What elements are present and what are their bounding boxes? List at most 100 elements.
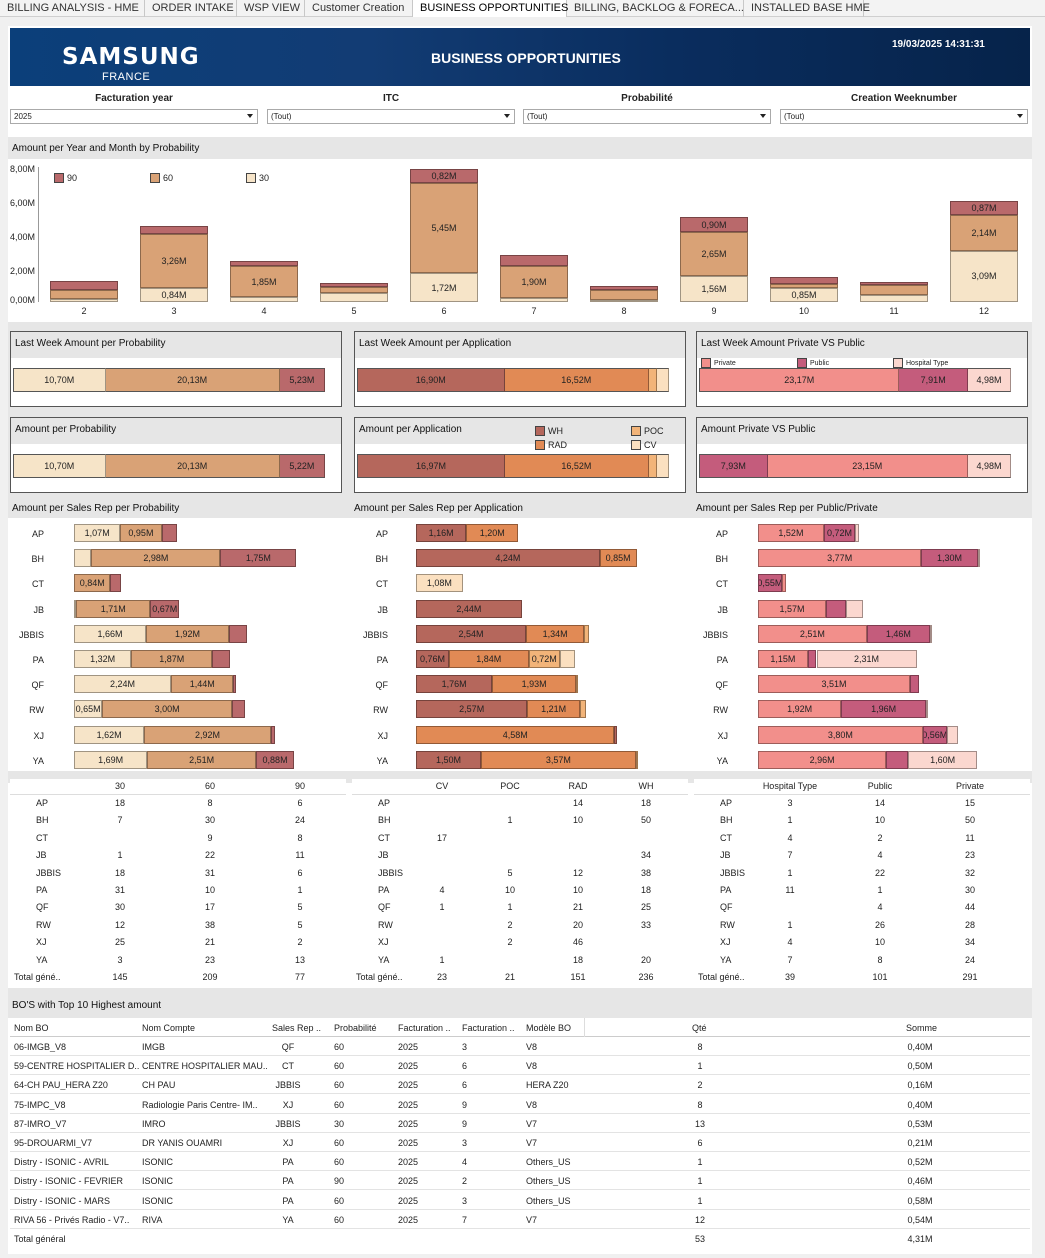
rep-bar-xj-wh[interactable] (614, 725, 617, 744)
rep-bar-jbbis-p30[interactable]: 1,66M (74, 624, 146, 643)
rep-bar-xj-private[interactable]: 3,80M (758, 725, 923, 744)
bar-9-p90[interactable]: 0,90M (680, 217, 748, 232)
rep-bar-bh-p60[interactable]: 2,98M (91, 549, 221, 568)
rep-bar-rw-hospital[interactable] (926, 700, 929, 719)
bo-col-header[interactable]: Facturation .. (398, 1023, 451, 1033)
rep-bar-xj-p60[interactable]: 2,92M (144, 725, 271, 744)
bar-7-p30[interactable] (500, 297, 568, 302)
bar-2-p30[interactable] (50, 298, 118, 302)
rep-bar-qf-wh[interactable]: 1,76M (416, 675, 493, 694)
rep-bar-pa-rad[interactable]: 1,84M (448, 650, 529, 668)
rep-bar-qf-rad[interactable]: 1,93M (492, 675, 576, 694)
bar-5-p90[interactable] (320, 282, 388, 288)
bar-4-p30[interactable] (230, 297, 298, 302)
rep-bar-rw-p30[interactable]: 0,65M (74, 700, 103, 719)
bo-col-header[interactable]: Nom BO (14, 1023, 49, 1033)
kpi-bar-p60[interactable]: 20,13M (105, 368, 280, 392)
rep-bar-ap-private[interactable]: 1,52M (758, 524, 824, 542)
rep-bar-ya-p60[interactable]: 2,51M (147, 750, 256, 769)
rep-bar-qf-poc[interactable] (575, 675, 579, 694)
rep-bar-qf-p90[interactable] (233, 675, 236, 694)
rep-bar-ap-hospital[interactable] (855, 524, 859, 542)
rep-bar-ap-rad[interactable]: 1,20M (466, 524, 519, 542)
bo-table-row[interactable]: 64-CH PAU_HERA Z20 CH PAU JBBIS 60 2025 6 HERA… (10, 1075, 1030, 1095)
rep-bar-pa-p90[interactable] (212, 650, 230, 668)
rep-bar-rw-p60[interactable]: 3,00M (102, 700, 233, 719)
filter-probabilité-dropdown[interactable]: (Tout) (523, 109, 771, 124)
filter-facturation-year-dropdown[interactable]: 2025 (10, 109, 258, 124)
bar-9-p60[interactable]: 2,65M (680, 232, 748, 277)
kpi-bar-p60[interactable]: 20,13M (105, 454, 280, 478)
kpi-bar-p90[interactable]: 5,23M (279, 368, 325, 392)
bar-8-p90[interactable] (590, 286, 658, 290)
rep-bar-bh-public[interactable]: 1,30M (921, 549, 978, 568)
kpi-bar-public[interactable]: 7,93M (699, 454, 768, 478)
rep-bar-jbbis-wh[interactable]: 2,54M (416, 624, 527, 643)
tab-customer-creation[interactable]: Customer Creation (305, 0, 413, 17)
bo-table-row[interactable]: 06-IMGB_V8 IMGB QF 60 2025 3 V8 8 0,40M (10, 1037, 1030, 1056)
kpi-bar-hospital[interactable]: 4,98M (967, 454, 1011, 478)
filter-creation-weeknumber-dropdown[interactable]: (Tout) (780, 109, 1028, 124)
rep-bar-pa-wh[interactable]: 0,76M (416, 650, 449, 668)
bo-table-row[interactable]: 95-DROUARMI_V7 DR YANIS OUAMRI XJ 60 2025 3 V7… (10, 1133, 1030, 1152)
kpi-bar-wh[interactable]: 16,90M (357, 368, 505, 392)
rep-bar-ya-private[interactable]: 2,96M (758, 750, 887, 769)
bo-table-row[interactable]: RIVA 56 - Privés Radio - V7.. RIVA YA 60 202… (10, 1210, 1030, 1229)
bo-table-row[interactable]: Distry - ISONIC - AVRIL ISONIC PA 60 2025 4 Ot… (10, 1152, 1030, 1172)
bar-11-p30[interactable] (860, 295, 928, 302)
rep-bar-jbbis-p60[interactable]: 1,92M (145, 624, 230, 643)
bo-col-header[interactable]: Somme (906, 1023, 937, 1033)
bar-6-p60[interactable]: 5,45M (410, 182, 478, 274)
rep-bar-ya-public[interactable] (886, 750, 908, 769)
rep-bar-ya-poc[interactable] (635, 750, 638, 769)
bar-3-p90[interactable] (140, 226, 208, 234)
rep-bar-rw-wh[interactable]: 2,57M (416, 700, 528, 719)
filter-itc-dropdown[interactable]: (Tout) (267, 109, 515, 124)
bar-5-p60[interactable] (320, 287, 388, 293)
rep-bar-pa-private[interactable]: 1,15M (758, 650, 808, 668)
kpi-bar-poc[interactable] (648, 368, 657, 392)
rep-bar-qf-public[interactable] (910, 675, 919, 694)
bar-12-p30[interactable]: 3,09M (950, 250, 1018, 302)
bo-table-row[interactable]: 59-CENTRE HOSPITALIER D.. CENTRE HOSPITAL… (10, 1056, 1030, 1076)
bo-table-row[interactable]: 75-IMPC_V8 Radiologie Paris Centre- IM.. X… (10, 1095, 1030, 1114)
rep-bar-bh-wh[interactable]: 4,24M (416, 549, 600, 568)
bar-4-p60[interactable]: 1,85M (230, 266, 298, 297)
bar-11-p60[interactable] (860, 285, 928, 296)
bo-col-header[interactable]: Nom Compte (142, 1023, 195, 1033)
rep-bar-rw-poc[interactable] (579, 700, 587, 719)
rep-bar-ya-rad[interactable]: 3,57M (481, 750, 636, 769)
tab-wsp-view[interactable]: WSP VIEW (237, 0, 305, 17)
bo-col-header[interactable]: Modèle BO (526, 1023, 571, 1033)
rep-bar-ct-private[interactable] (781, 574, 787, 593)
bo-col-header[interactable]: Probabilité (334, 1023, 377, 1033)
rep-bar-bh-p30[interactable] (74, 549, 92, 568)
bar-11-p90[interactable] (860, 282, 928, 286)
tab-business-opportunities[interactable]: BUSINESS OPPORTUNITIES (413, 0, 568, 17)
bar-8-p60[interactable] (590, 289, 658, 300)
rep-bar-bh-p90[interactable]: 1,75M (220, 549, 297, 568)
bar-3-p60[interactable]: 3,26M (140, 233, 208, 289)
bo-col-header[interactable]: Facturation .. (462, 1023, 515, 1033)
bar-2-p90[interactable] (50, 281, 118, 290)
kpi-bar-wh[interactable]: 16,97M (357, 454, 505, 478)
kpi-bar-private[interactable]: 23,15M (767, 454, 968, 478)
rep-bar-rw-public[interactable]: 1,96M (841, 700, 927, 719)
tab-installed-base-hme[interactable]: INSTALLED BASE HME (744, 0, 870, 17)
rep-bar-jbbis-private[interactable]: 2,51M (758, 624, 867, 643)
bar-12-p90[interactable]: 0,87M (950, 200, 1018, 216)
rep-bar-xj-hospital[interactable] (946, 725, 958, 744)
rep-bar-pa-public[interactable] (807, 650, 817, 668)
rep-bar-jb-hospital[interactable] (845, 599, 863, 618)
rep-bar-xj-p90[interactable] (270, 725, 276, 744)
kpi-bar-p90[interactable]: 5,22M (279, 454, 325, 478)
rep-bar-bh-rad[interactable]: 0,85M (599, 549, 637, 568)
bar-3-p30[interactable]: 0,84M (140, 288, 208, 302)
bar-8-p30[interactable] (590, 299, 658, 302)
rep-bar-ap-public[interactable]: 0,72M (823, 524, 856, 542)
rep-bar-ct-public[interactable]: 0,55M (758, 574, 782, 593)
bar-4-p90[interactable] (230, 261, 298, 267)
rep-bar-qf-private[interactable]: 3,51M (758, 675, 911, 694)
bar-6-p30[interactable]: 1,72M (410, 273, 478, 302)
rep-bar-pa-cv[interactable] (559, 650, 576, 668)
